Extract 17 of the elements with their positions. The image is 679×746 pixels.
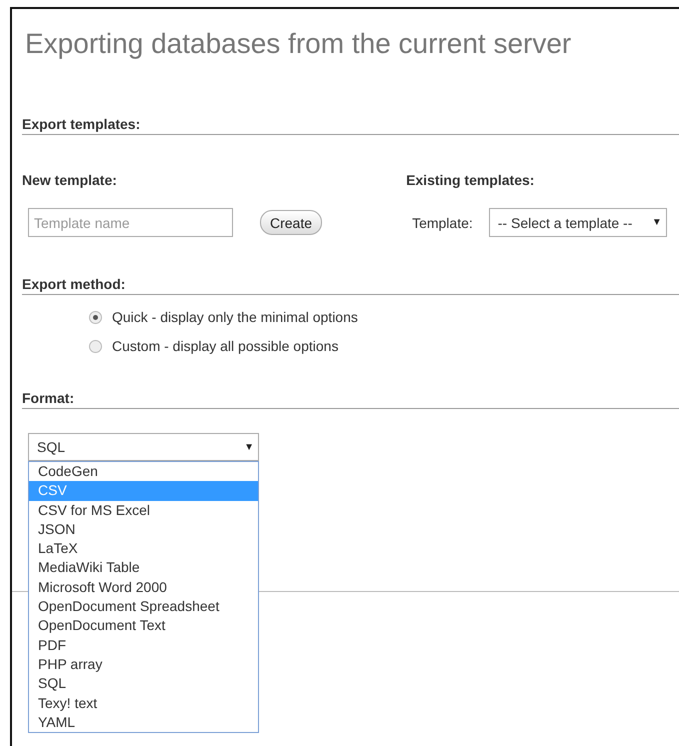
format-select[interactable]: SQL ▼ [28, 433, 259, 461]
subsection-heading: New template: [22, 172, 118, 188]
dropdown-arrow-icon: ▼ [244, 442, 254, 452]
section-heading: Export templates: [22, 116, 142, 133]
section-heading: Export method: [22, 276, 126, 293]
page-title: Exporting databases from the current server [25, 27, 572, 61]
template-select[interactable]: -- Select a template -- ▼ [488, 208, 667, 237]
radio-icon[interactable] [89, 340, 102, 352]
template-label: Template: [412, 214, 473, 230]
radio-option[interactable]: Custom - display all possible options [89, 338, 679, 354]
radio-icon[interactable] [89, 310, 102, 324]
create-button[interactable]: Create [260, 210, 322, 235]
radio-option[interactable]: Quick - display only the minimal options [89, 309, 679, 325]
template-name-field[interactable]: Template name [28, 208, 233, 237]
subsection-heading: Existing templates: [406, 172, 536, 188]
section-heading: Format: [22, 390, 76, 407]
dropdown-arrow-icon: ▼ [652, 217, 662, 228]
